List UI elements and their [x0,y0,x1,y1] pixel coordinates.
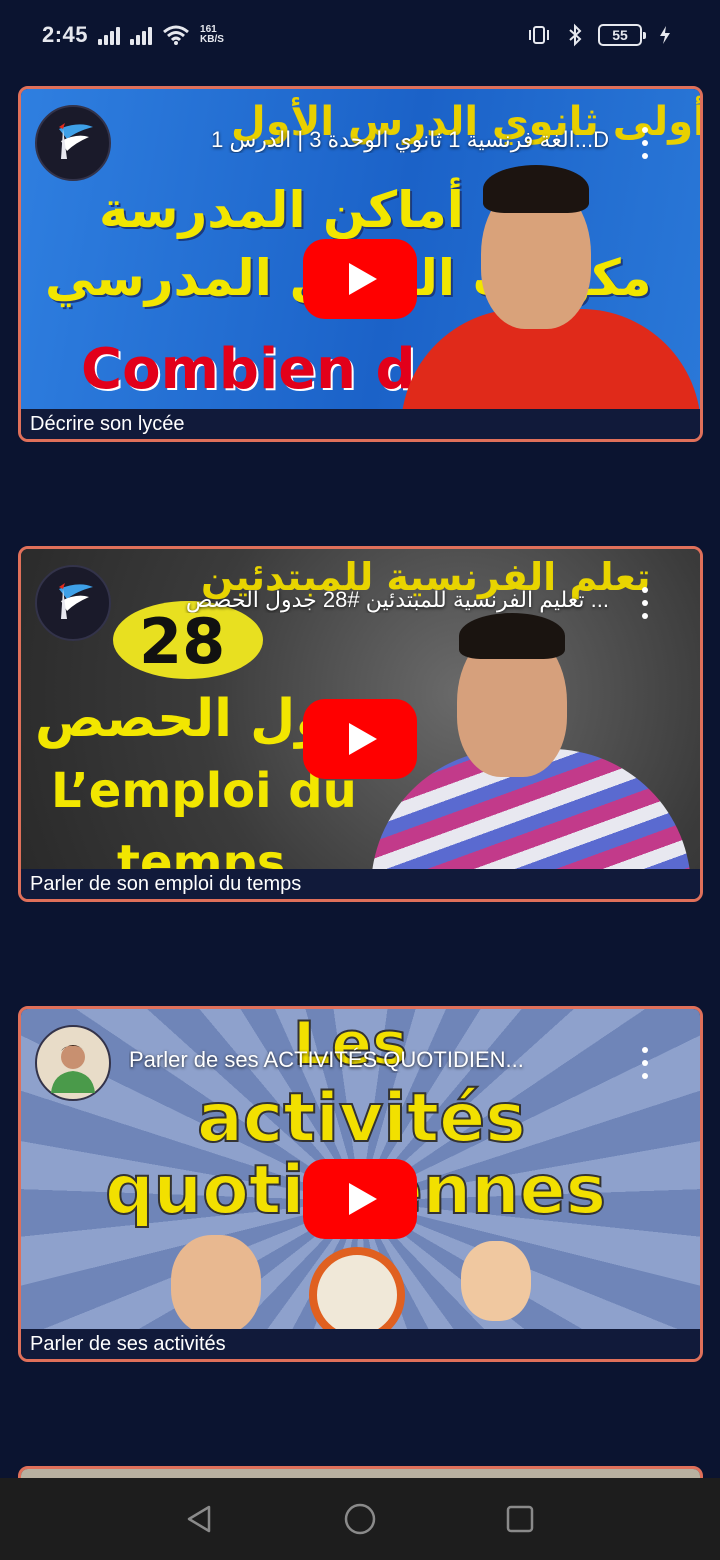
thumb-text: 28 [139,605,226,678]
status-bar: 2:45 161 KB/S 55 [0,0,720,70]
video-thumbnail-2[interactable]: تعلم الفرنسية للمبتدئين 28 جدول الحصص L’… [21,549,700,869]
video-title[interactable]: ... تعليم الفرنسية للمبتدئين #28 جدول ال… [129,587,609,613]
thumb-text: Combien de [81,337,454,402]
thumb-text: activités [196,1078,527,1159]
navigation-bar [0,1478,720,1560]
man-shaving-figure [171,1235,261,1329]
play-icon [349,723,377,755]
vibrate-icon [526,22,552,48]
video-thumbnail-4[interactable] [21,1469,700,1478]
play-button[interactable] [303,239,417,319]
video-thumbnail-1[interactable]: أولى ثانوي الدرس الأول أماكن المدرسة مكو… [21,89,700,409]
channel-logo-icon[interactable] [35,565,111,641]
play-icon [349,1183,377,1215]
play-button[interactable] [303,1159,417,1239]
status-time: 2:45 [42,22,89,47]
thumb-text: temps [117,835,286,869]
home-button[interactable] [340,1499,380,1539]
recents-button[interactable] [500,1499,540,1539]
more-options-icon[interactable] [638,1047,652,1079]
video-card-1[interactable]: أولى ثانوي الدرس الأول أماكن المدرسة مكو… [18,86,703,442]
video-caption: Parler de son emploi du temps [21,869,700,899]
presenter-hair [483,165,589,213]
man-waking-figure [461,1241,531,1321]
signal-icon [98,25,121,45]
channel-logo-icon[interactable] [35,105,111,181]
video-caption: Parler de ses activités [21,1329,700,1359]
more-options-icon[interactable] [638,587,652,619]
channel-avatar-photo[interactable] [35,1025,111,1101]
video-caption: Décrire son lycée [21,409,700,439]
status-left: 2:45 161 KB/S [42,22,224,48]
charging-icon [652,22,678,48]
bluetooth-icon [562,22,588,48]
net-speed: 161 KB/S [200,25,224,45]
video-feed[interactable]: أولى ثانوي الدرس الأول أماكن المدرسة مكو… [0,70,720,1478]
presenter-hair [459,613,565,659]
alarm-clock-icon [309,1247,405,1329]
status-right: 55 [526,22,678,48]
net-speed-unit: KB/S [200,34,224,45]
more-options-icon[interactable] [638,127,652,159]
video-card-4[interactable] [18,1466,703,1478]
play-button[interactable] [303,699,417,779]
video-title[interactable]: Parler de ses ACTIVITÉS QUOTIDIEN... [129,1047,609,1073]
play-icon [349,263,377,295]
signal-icon-2 [130,25,153,45]
video-title[interactable]: D...الغة فرنسية 1 ثانوي الوحدة 3 | الدرس… [129,127,609,153]
battery-level: 55 [612,27,628,43]
video-thumbnail-3[interactable]: Les activités quotidiennes Parler de ses… [21,1009,700,1329]
video-card-2[interactable]: تعلم الفرنسية للمبتدئين 28 جدول الحصص L’… [18,546,703,902]
video-card-3[interactable]: Les activités quotidiennes Parler de ses… [18,1006,703,1362]
thumb-text: أماكن المدرسة [99,181,464,239]
battery-icon: 55 [598,24,646,46]
back-button[interactable] [180,1499,220,1539]
wifi-icon [163,25,190,45]
